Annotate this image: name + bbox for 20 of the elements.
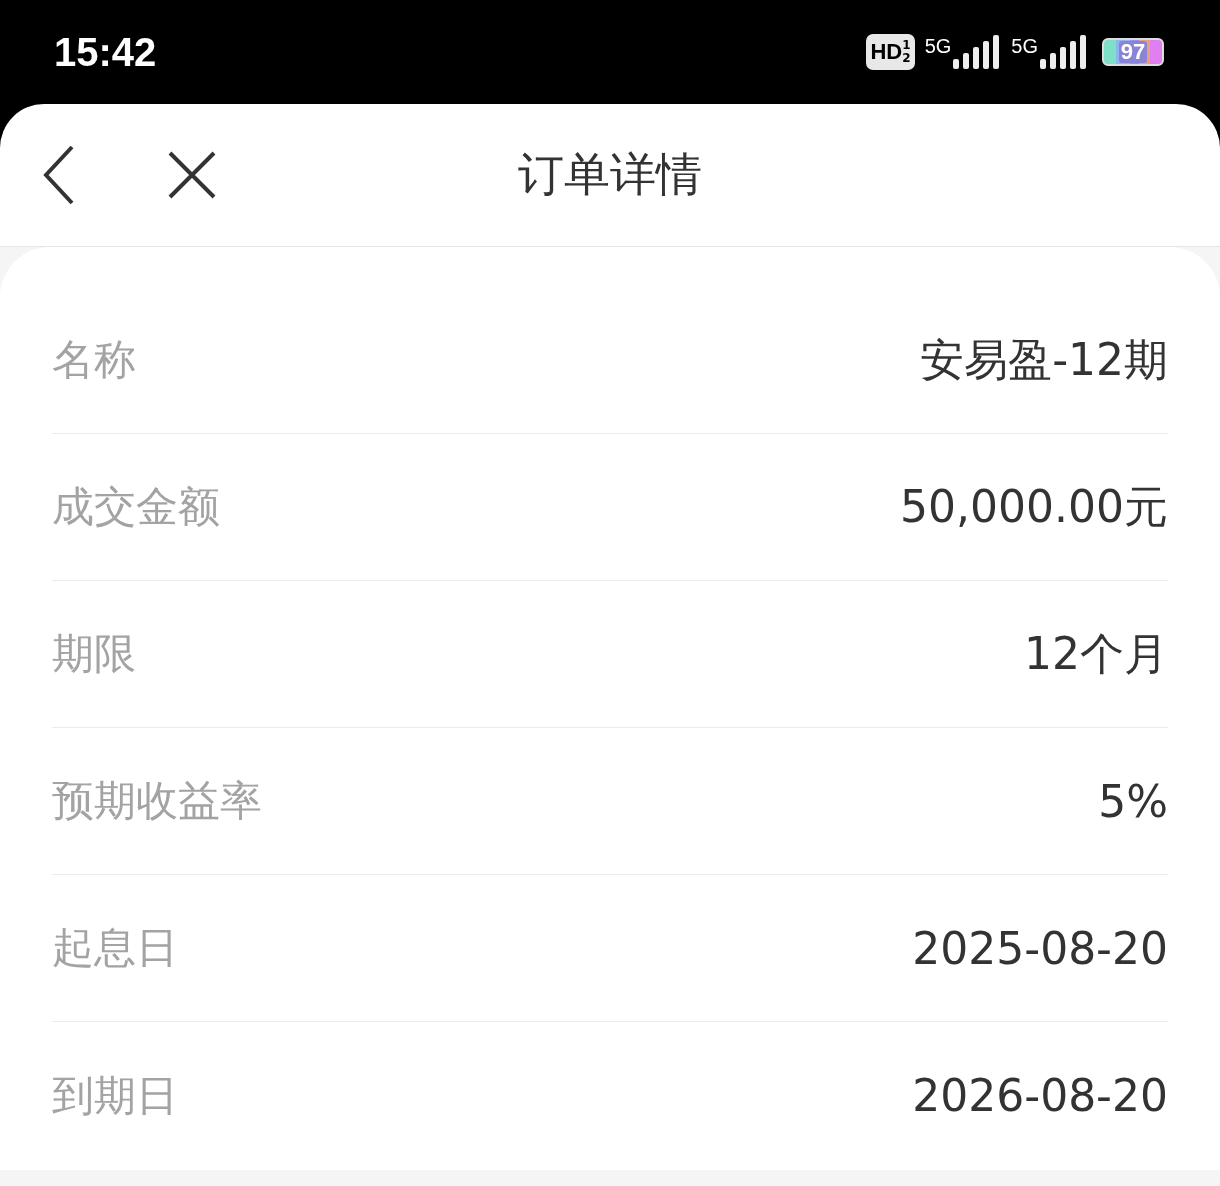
field-value: 12个月 — [1024, 626, 1168, 681]
field-value: 2026-08-20 — [912, 1070, 1168, 1121]
field-value: 50,000.00元 — [900, 479, 1168, 534]
field-label: 预期收益率 — [52, 775, 262, 827]
network-label: 5G — [924, 35, 952, 58]
field-label: 名称 — [52, 334, 136, 386]
field-value: 安易盈-12期 — [920, 332, 1168, 387]
signal-icon — [1040, 35, 1088, 69]
signal-icon — [953, 35, 1002, 69]
field-label: 期限 — [52, 628, 136, 680]
network-label: 5G — [1011, 35, 1038, 58]
field-label: 成交金额 — [52, 481, 220, 533]
battery-icon: 97 — [1102, 38, 1164, 66]
status-time: 15:42 — [54, 29, 157, 75]
field-label: 到期日 — [52, 1069, 178, 1122]
field-value: 2025-08-20 — [912, 922, 1168, 974]
page-title: 订单详情 — [518, 146, 702, 203]
field-label: 起息日 — [52, 922, 178, 974]
close-button[interactable] — [168, 151, 216, 199]
field-value: 5% — [1098, 775, 1168, 827]
